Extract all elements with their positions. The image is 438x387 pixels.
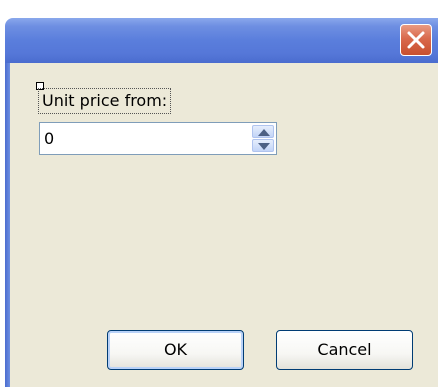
close-button[interactable]	[400, 24, 432, 56]
spin-down-button[interactable]	[252, 139, 274, 152]
spin-up-button[interactable]	[252, 125, 274, 138]
close-icon	[407, 31, 425, 49]
unit-price-input[interactable]	[40, 123, 244, 154]
unit-price-spinner[interactable]	[39, 122, 277, 155]
cancel-button[interactable]: Cancel	[276, 330, 413, 370]
unit-price-label: Unit price from:	[38, 88, 172, 114]
ok-button[interactable]: OK	[107, 330, 244, 370]
spinner-buttons	[252, 125, 274, 152]
dialog-window: Unit price from: OK Cancel	[0, 0, 438, 387]
arrow-up-icon	[258, 129, 270, 136]
arrow-down-icon	[258, 143, 270, 150]
title-bar[interactable]	[5, 18, 438, 63]
